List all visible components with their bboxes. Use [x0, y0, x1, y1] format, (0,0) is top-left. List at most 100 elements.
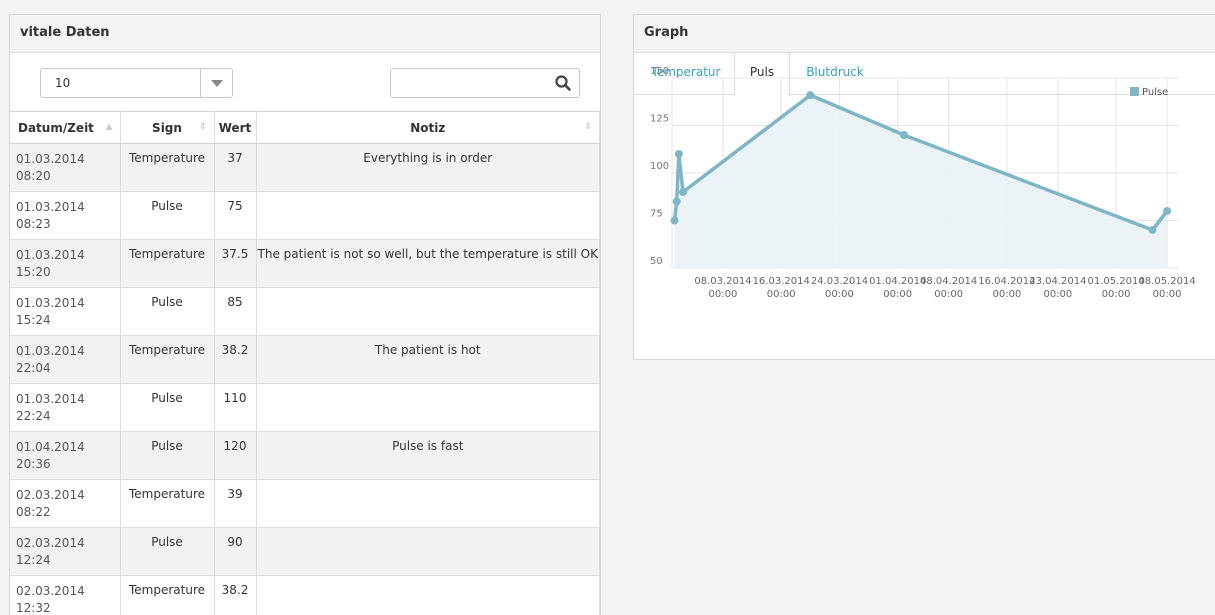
cell-value: 110 — [214, 383, 257, 432]
cell-sign: Temperature — [120, 239, 215, 288]
cell-date: 01.03.2014 — [16, 248, 85, 262]
x-tick-label: 16.03.2014 — [753, 276, 810, 287]
col-header-wert[interactable]: Wert — [214, 111, 257, 144]
cell-datetime: 01.03.2014 08:23 — [10, 191, 121, 240]
x-tick-label: 00:00 — [1102, 289, 1131, 300]
table-row[interactable]: 01.03.2014 15:20 Temperature 37.5 The patien… — [10, 239, 600, 288]
dropdown-button[interactable] — [200, 69, 232, 97]
graph-title: Graph — [634, 15, 1215, 53]
pulse-chart: 50 75 100 125 150 08.03.2014 00:00 16.03.2014 00… — [634, 58, 1215, 311]
data-point — [679, 188, 688, 196]
table-row[interactable]: 01.03.2014 08:23 Pulse 75 — [10, 191, 600, 240]
data-point — [670, 216, 679, 225]
cell-time: 12:24 — [16, 553, 51, 567]
cell-datetime: 02.03.2014 12:24 — [10, 527, 121, 576]
cell-note — [256, 383, 600, 432]
cell-note — [256, 479, 600, 528]
cell-value: 38.2 — [214, 335, 257, 384]
search-input[interactable] — [395, 70, 555, 96]
table-row[interactable]: 01.03.2014 22:04 Temperature 38.2 The patien… — [10, 335, 600, 384]
graph-panel: Graph Temperatur Puls Blutdruck 50 75 100 1… — [633, 14, 1215, 360]
data-point — [1148, 226, 1157, 234]
cell-sign: Pulse — [120, 287, 215, 336]
page-size-select[interactable]: 10 — [40, 68, 233, 98]
vitals-table: Datum/Zeit ▲ Sign ⇕ Wert Notiz ⇕ 01.03.2014… — [10, 111, 600, 615]
page-size-value: 10 — [55, 76, 71, 90]
data-point — [674, 150, 683, 158]
cell-note: Everything is in order — [256, 143, 600, 192]
cell-time: 08:23 — [16, 217, 51, 231]
cell-time: 08:20 — [16, 169, 51, 183]
table-header: Datum/Zeit ▲ Sign ⇕ Wert Notiz ⇕ — [10, 111, 600, 144]
table-row[interactable]: 01.03.2014 08:20 Temperature 37 Everything i… — [10, 143, 600, 192]
cell-value: 38.2 — [214, 575, 257, 615]
x-tick-label: 01.05.2014 — [1087, 276, 1144, 287]
cell-sign: Pulse — [120, 191, 215, 240]
cell-value: 75 — [214, 191, 257, 240]
search-icon[interactable] — [554, 74, 572, 92]
cell-time: 15:24 — [16, 313, 51, 327]
cell-time: 08:22 — [16, 505, 51, 519]
cell-datetime: 01.03.2014 08:20 — [10, 143, 121, 192]
series-area — [674, 95, 1168, 268]
cell-datetime: 02.03.2014 12:32 — [10, 575, 121, 615]
data-point — [1163, 207, 1172, 215]
cell-sign: Temperature — [120, 479, 215, 528]
cell-value: 90 — [214, 527, 257, 576]
table-row[interactable]: 02.03.2014 12:24 Pulse 90 — [10, 527, 600, 576]
x-tick-label: 00:00 — [1043, 289, 1072, 300]
cell-note — [256, 191, 600, 240]
cell-date: 01.03.2014 — [16, 296, 85, 310]
cell-date: 02.03.2014 — [16, 536, 85, 550]
cell-value: 120 — [214, 431, 257, 480]
cell-sign: Pulse — [120, 383, 215, 432]
cell-datetime: 01.03.2014 22:04 — [10, 335, 121, 384]
cell-date: 01.03.2014 — [16, 200, 85, 214]
table-row[interactable]: 02.03.2014 12:32 Temperature 38.2 — [10, 575, 600, 615]
cell-time: 22:24 — [16, 409, 51, 423]
cell-date: 01.03.2014 — [16, 344, 85, 358]
cell-datetime: 02.03.2014 08:22 — [10, 479, 121, 528]
table-row[interactable]: 01.03.2014 22:24 Pulse 110 — [10, 383, 600, 432]
cell-value: 37 — [214, 143, 257, 192]
col-header-datetime[interactable]: Datum/Zeit ▲ — [10, 111, 121, 144]
cell-date: 01.03.2014 — [16, 152, 85, 166]
x-tick-label: 08.05.2014 — [1138, 276, 1195, 287]
col-header-sign[interactable]: Sign ⇕ — [120, 111, 215, 144]
cell-time: 15:20 — [16, 265, 51, 279]
cell-sign: Temperature — [120, 335, 215, 384]
x-tick-label: 01.04.2014 — [869, 276, 926, 287]
y-tick-label: 100 — [650, 161, 669, 172]
cell-date: 02.03.2014 — [16, 488, 85, 502]
cell-datetime: 01.03.2014 15:20 — [10, 239, 121, 288]
chart-svg: 50 75 100 125 150 08.03.2014 00:00 16.03.2014 00… — [650, 66, 1196, 300]
cell-date: 01.04.2014 — [16, 440, 85, 454]
x-tick-label: 23.04.2014 — [1029, 276, 1086, 287]
cell-time: 12:32 — [16, 601, 51, 615]
x-tick-label: 00:00 — [883, 289, 912, 300]
legend-swatch — [1130, 87, 1139, 96]
vitals-title: vitale Daten — [10, 15, 600, 53]
sort-asc-icon: ▲ — [105, 122, 113, 132]
sort-icon: ⇕ — [198, 122, 207, 132]
x-tick-label: 08.04.2014 — [920, 276, 977, 287]
search-box[interactable] — [390, 68, 580, 98]
col-header-notiz[interactable]: Notiz ⇕ — [256, 111, 600, 144]
sort-icon: ⇕ — [584, 122, 592, 132]
cell-time: 20:36 — [16, 457, 51, 471]
cell-note — [256, 527, 600, 576]
data-point — [672, 197, 681, 206]
table-row[interactable]: 01.03.2014 15:24 Pulse 85 — [10, 287, 600, 336]
x-tick-label: 00:00 — [1153, 289, 1182, 300]
y-tick-label: 150 — [650, 66, 669, 77]
vitals-panel: vitale Daten 10 Datum/Zeit ▲ Sign ⇕ Wert N… — [9, 14, 601, 615]
cell-date: 01.03.2014 — [16, 392, 85, 406]
table-body: 01.03.2014 08:20 Temperature 37 Everything i… — [10, 143, 600, 615]
table-controls: 10 — [10, 53, 600, 111]
x-tick-label: 24.03.2014 — [811, 276, 868, 287]
cell-note: The patient is hot — [256, 335, 600, 384]
x-tick-label: 08.03.2014 — [694, 276, 751, 287]
table-row[interactable]: 02.03.2014 08:22 Temperature 39 — [10, 479, 600, 528]
table-row[interactable]: 01.04.2014 20:36 Pulse 120 Pulse is fast — [10, 431, 600, 480]
legend-label: Pulse — [1142, 87, 1168, 98]
